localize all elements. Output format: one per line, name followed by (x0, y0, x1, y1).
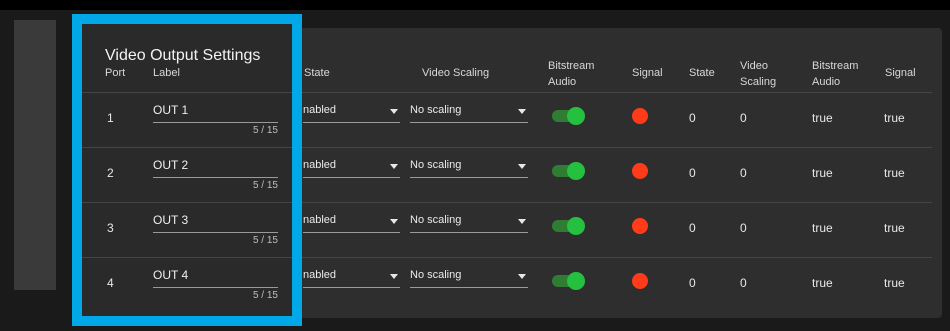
chevron-down-icon (518, 109, 526, 114)
label-input[interactable]: OUT 3 5 / 15 (153, 213, 278, 246)
chevron-down-icon (390, 164, 398, 169)
row-divider-highlight (82, 147, 292, 148)
signal-value: true (884, 111, 905, 125)
row-divider-highlight (82, 257, 292, 258)
header-video-scaling: Video Scaling (422, 67, 490, 79)
label-value: OUT 3 (153, 213, 189, 227)
video-scaling-select-value: No scaling (410, 104, 462, 116)
bitstream-audio-toggle[interactable] (552, 217, 585, 235)
label-value: OUT 2 (153, 158, 189, 172)
chevron-down-icon (390, 219, 398, 224)
char-counter: 5 / 15 (252, 125, 278, 136)
chevron-down-icon (518, 219, 526, 224)
label-input[interactable]: OUT 4 5 / 15 (153, 268, 278, 301)
header-signal: Signal (632, 67, 663, 79)
label-input[interactable]: OUT 2 5 / 15 (153, 158, 278, 191)
char-counter: 5 / 15 (252, 290, 278, 301)
row-port: 3 (107, 221, 114, 235)
video-scaling-select-value: No scaling (410, 214, 462, 226)
bitstream-audio-value: true (812, 166, 833, 180)
header-bitstream-audio: Bitstream Audio (548, 60, 595, 88)
video-scaling-select[interactable]: No scaling (410, 214, 528, 233)
chevron-down-icon (390, 109, 398, 114)
signal-status-dot (632, 163, 648, 179)
state-select-value: nabled (303, 269, 337, 281)
left-sidebar (14, 20, 56, 290)
state-select[interactable]: nabled (303, 269, 400, 288)
state-select-value: nabled (303, 104, 337, 116)
bitstream-audio-value: true (812, 221, 833, 235)
header-port: Port (105, 67, 126, 79)
state-select[interactable]: nabled (303, 159, 400, 178)
state-value: 0 (689, 111, 696, 125)
row-port: 1 (107, 111, 114, 125)
row-port: 2 (107, 166, 114, 180)
video-scaling-select[interactable]: No scaling (410, 104, 528, 123)
signal-status-dot (632, 108, 648, 124)
panel-title: Video Output Settings (105, 47, 261, 64)
bitstream-audio-toggle[interactable] (552, 107, 585, 125)
label-value: OUT 1 (153, 103, 189, 117)
label-underline (153, 177, 278, 178)
label-underline (153, 122, 278, 123)
signal-value: true (884, 221, 905, 235)
video-scaling-select[interactable]: No scaling (410, 159, 528, 178)
state-select-value: nabled (303, 214, 337, 226)
bitstream-audio-toggle[interactable] (552, 272, 585, 290)
toggle-knob (567, 217, 585, 235)
video-scaling-select-value: No scaling (410, 269, 462, 281)
header-state-2: State (689, 67, 715, 79)
video-scaling-value: 0 (740, 111, 747, 125)
video-scaling-value: 0 (740, 221, 747, 235)
header-signal-2: Signal (885, 67, 916, 79)
char-counter: 5 / 15 (252, 235, 278, 246)
video-scaling-value: 0 (740, 166, 747, 180)
label-underline (153, 232, 278, 233)
chevron-down-icon (518, 274, 526, 279)
row-divider-highlight (82, 92, 292, 93)
bitstream-audio-value: true (812, 276, 833, 290)
signal-status-dot (632, 273, 648, 289)
state-select-value: nabled (303, 159, 337, 171)
toggle-knob (567, 272, 585, 290)
chevron-down-icon (390, 274, 398, 279)
header-bitstream-audio-2: Bitstream Audio (812, 60, 859, 88)
state-value: 0 (689, 166, 696, 180)
label-input[interactable]: OUT 1 5 / 15 (153, 103, 278, 136)
header-label: Label (153, 67, 180, 79)
video-scaling-select[interactable]: No scaling (410, 269, 528, 288)
label-value: OUT 4 (153, 268, 189, 282)
state-value: 0 (689, 276, 696, 290)
char-counter: 5 / 15 (252, 180, 278, 191)
signal-value: true (884, 276, 905, 290)
state-select[interactable]: nabled (303, 214, 400, 233)
bitstream-audio-value: true (812, 111, 833, 125)
header-state: State (304, 67, 330, 79)
label-underline (153, 287, 278, 288)
state-select[interactable]: nabled (303, 104, 400, 123)
video-scaling-select-value: No scaling (410, 159, 462, 171)
state-value: 0 (689, 221, 696, 235)
bitstream-audio-toggle[interactable] (552, 162, 585, 180)
header-video-scaling-2: Video Scaling (740, 60, 777, 88)
video-scaling-value: 0 (740, 276, 747, 290)
chevron-down-icon (518, 164, 526, 169)
row-port: 4 (107, 276, 114, 290)
signal-status-dot (632, 218, 648, 234)
toggle-knob (567, 162, 585, 180)
signal-value: true (884, 166, 905, 180)
toggle-knob (567, 107, 585, 125)
row-divider-highlight (82, 202, 292, 203)
